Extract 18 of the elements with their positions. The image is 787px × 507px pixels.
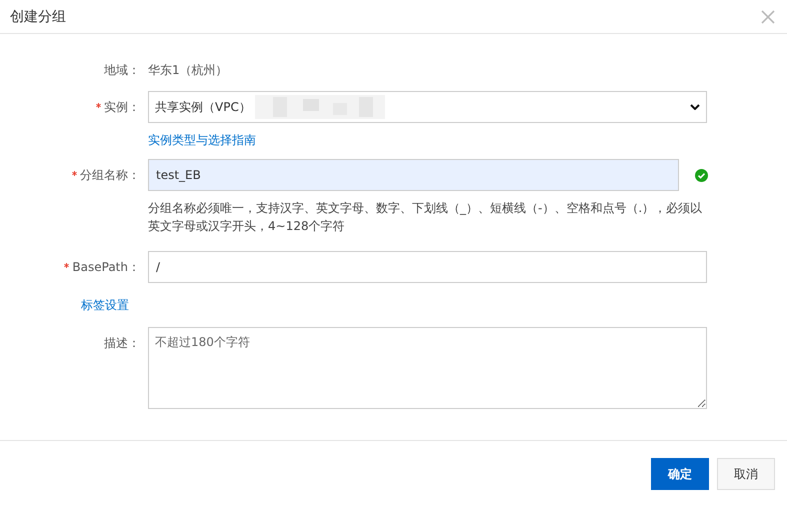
- tag-settings-link[interactable]: 标签设置: [81, 298, 129, 312]
- field-hint: 分组名称必须唯一，支持汉字、英文字母、数字、下划线（_）、短横线（-）、空格和点号（.），必须以英文字母或汉字开头，4~128个字符: [148, 200, 704, 235]
- close-icon[interactable]: [761, 10, 775, 24]
- field-label: BasePath：: [72, 258, 140, 276]
- description-field[interactable]: 不超过180个字符: [148, 327, 707, 409]
- field-label: 实例：: [104, 98, 140, 116]
- text-field[interactable]: /: [148, 251, 707, 283]
- field-label: 分组名称：: [80, 166, 140, 184]
- text-field[interactable]: test_EB: [148, 159, 679, 191]
- region-value: 华东1（杭州）: [148, 62, 229, 79]
- dialog-title: 创建分组: [10, 8, 66, 26]
- instance-guide-link[interactable]: 实例类型与选择指南: [148, 132, 256, 149]
- confirm-button[interactable]: 确定: [651, 458, 709, 490]
- field-label: 地域：: [104, 62, 140, 78]
- field-label: 描述：: [104, 334, 140, 352]
- instance-select[interactable]: 共享实例（VPC）: [148, 91, 707, 123]
- cancel-button[interactable]: 取消: [717, 458, 775, 490]
- chevron-down-icon: [690, 104, 700, 110]
